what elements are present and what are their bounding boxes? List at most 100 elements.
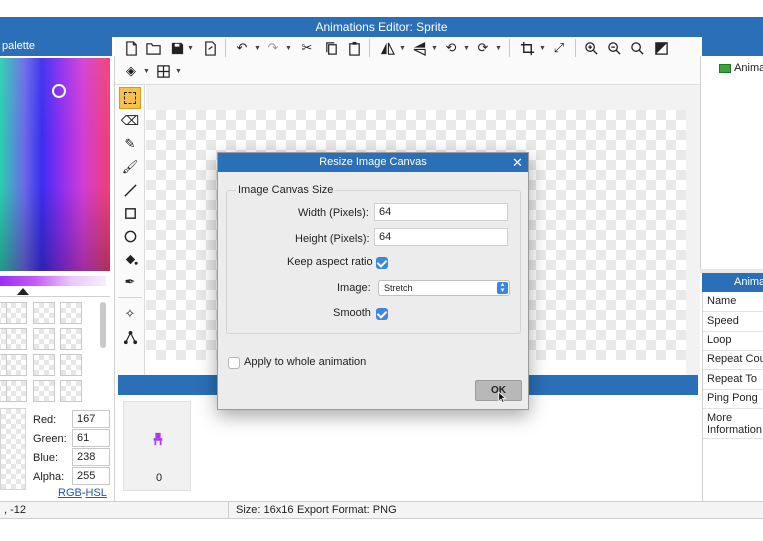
prop-more-information[interactable]: More Information bbox=[703, 409, 763, 439]
animation-name: Animation bbox=[734, 62, 763, 75]
prop-repeat-count[interactable]: Repeat Count bbox=[703, 350, 763, 370]
apply-whole-animation-label: Apply to whole animation bbox=[244, 356, 367, 368]
color-swatch[interactable] bbox=[5, 380, 27, 402]
eraser-icon[interactable]: ⌫ bbox=[120, 111, 140, 131]
color-swatch[interactable] bbox=[33, 302, 55, 324]
color-swatch[interactable] bbox=[33, 380, 55, 402]
ellipse-icon[interactable] bbox=[120, 226, 140, 246]
selection-icon bbox=[124, 92, 136, 104]
fill-bucket-icon[interactable] bbox=[120, 249, 140, 269]
zoom-out-icon[interactable] bbox=[604, 38, 624, 58]
move-point-icon[interactable]: ✧ bbox=[120, 304, 140, 324]
green-field[interactable]: 61 bbox=[72, 429, 110, 447]
flip-horizontal-icon[interactable] bbox=[377, 38, 397, 58]
frame-thumbnail[interactable]: 0 bbox=[123, 401, 191, 491]
color-swatch[interactable] bbox=[60, 380, 82, 402]
rotate-right-icon[interactable]: ⟳ bbox=[473, 38, 493, 58]
paste-icon[interactable] bbox=[344, 38, 364, 58]
prop-loop[interactable]: Loop bbox=[703, 331, 763, 351]
redo-icon[interactable]: ↷ bbox=[263, 38, 283, 58]
color-field[interactable] bbox=[0, 58, 110, 271]
main-toolbar: ▼ ↶ ▼ ↷ ▼ ✂ ▼ ▼ ⟲ ▼ ⟳ ▼ ▼ ⤢ ◈ ▼ ▼ bbox=[115, 37, 700, 85]
image-mode-value: Stretch bbox=[384, 283, 413, 293]
animations-header bbox=[702, 37, 763, 56]
pencil-icon[interactable]: ✎ bbox=[120, 134, 140, 154]
color-swatch[interactable] bbox=[5, 328, 27, 350]
marquee-select-tool[interactable] bbox=[119, 87, 141, 109]
save-icon[interactable] bbox=[167, 38, 187, 58]
blue-label: Blue: bbox=[33, 452, 59, 464]
open-folder-icon[interactable] bbox=[143, 38, 163, 58]
color-swatch[interactable] bbox=[0, 302, 7, 324]
undo-icon[interactable]: ↶ bbox=[232, 38, 252, 58]
prop-name[interactable]: Name bbox=[703, 292, 763, 312]
flip-vertical-icon[interactable] bbox=[409, 38, 429, 58]
brush-icon[interactable]: 🖌 bbox=[120, 157, 140, 177]
color-mode-links: RGB-HSL bbox=[58, 487, 107, 499]
red-field[interactable]: 167 bbox=[72, 410, 110, 428]
width-label: Width (Pixels): bbox=[298, 207, 369, 219]
prop-repeat-to[interactable]: Repeat To bbox=[703, 370, 763, 390]
rgb-link[interactable]: RGB bbox=[58, 487, 82, 499]
layers-icon[interactable]: ◈ bbox=[121, 61, 141, 81]
color-swatch[interactable] bbox=[0, 354, 7, 376]
zoom-fit-icon[interactable] bbox=[627, 38, 647, 58]
skeleton-icon[interactable] bbox=[120, 327, 140, 347]
export-icon[interactable] bbox=[200, 38, 220, 58]
color-swatch[interactable] bbox=[33, 354, 55, 376]
background-toggle-icon[interactable] bbox=[651, 38, 671, 58]
zoom-in-icon[interactable] bbox=[581, 38, 601, 58]
prop-speed[interactable]: Speed bbox=[703, 312, 763, 332]
animations-panel: Animation bbox=[700, 56, 763, 269]
properties-panel: Name Speed Loop Repeat Count Repeat To P… bbox=[702, 292, 763, 501]
eyedropper-icon[interactable]: ✒ bbox=[120, 272, 140, 292]
dialog-title-bar: Resize Image Canvas bbox=[218, 153, 528, 172]
crop-icon[interactable] bbox=[517, 38, 537, 58]
rotate-left-icon[interactable]: ⟲ bbox=[441, 38, 461, 58]
rectangle-icon[interactable] bbox=[120, 203, 140, 223]
keep-aspect-checkbox[interactable] bbox=[376, 257, 388, 269]
status-coords: , -12 bbox=[4, 504, 27, 516]
resize-icon[interactable]: ⤢ bbox=[549, 38, 569, 58]
smooth-label: Smooth bbox=[333, 307, 371, 319]
color-swatch[interactable] bbox=[0, 380, 7, 402]
color-swatch[interactable] bbox=[60, 328, 82, 350]
new-file-icon[interactable] bbox=[121, 38, 141, 58]
alpha-field[interactable]: 255 bbox=[72, 467, 110, 485]
color-swatch[interactable] bbox=[60, 354, 82, 376]
color-swatch[interactable] bbox=[60, 302, 82, 324]
apply-whole-animation-checkbox[interactable] bbox=[228, 357, 240, 369]
grid-icon[interactable] bbox=[153, 61, 173, 81]
hsl-link[interactable]: HSL bbox=[86, 487, 107, 499]
animation-list-item[interactable]: Animation bbox=[719, 62, 763, 76]
color-picker-handle[interactable] bbox=[52, 84, 66, 98]
color-swatch[interactable] bbox=[5, 302, 27, 324]
prop-ping-pong[interactable]: Ping Pong bbox=[703, 389, 763, 409]
height-input[interactable]: 64 bbox=[374, 228, 508, 246]
width-input[interactable]: 64 bbox=[374, 203, 508, 221]
hue-slider[interactable] bbox=[0, 276, 106, 286]
swatch-scrollbar[interactable] bbox=[100, 302, 106, 348]
image-label: Image: bbox=[337, 282, 371, 294]
color-swatch[interactable] bbox=[5, 354, 27, 376]
red-label: Red: bbox=[33, 414, 57, 426]
color-swatch[interactable] bbox=[0, 328, 7, 350]
hue-slider-handle[interactable] bbox=[17, 288, 29, 295]
frame-number: 0 bbox=[156, 472, 163, 484]
smooth-checkbox[interactable] bbox=[376, 308, 388, 320]
color-swatch[interactable] bbox=[33, 328, 55, 350]
status-bar: , -12 Size: 16x16 Export Format: PNG bbox=[0, 501, 763, 519]
blue-field[interactable]: 238 bbox=[72, 448, 110, 466]
window-title: Animations Editor: Sprite bbox=[315, 20, 448, 34]
image-mode-select[interactable]: Stretch ▴ ▾ bbox=[378, 280, 510, 296]
properties-header: Animation bbox=[702, 273, 763, 292]
tool-strip: ⌫ ✎ 🖌 ✒ ✧ bbox=[115, 85, 145, 375]
line-icon[interactable] bbox=[120, 180, 140, 200]
cut-icon[interactable]: ✂ bbox=[297, 38, 317, 58]
height-label: Height (Pixels): bbox=[295, 233, 370, 245]
copy-icon[interactable] bbox=[321, 38, 341, 58]
resize-canvas-dialog: Resize Image Canvas ✕ Image Canvas Size … bbox=[217, 152, 529, 410]
canvas-margin-right bbox=[686, 85, 700, 375]
status-size: Size: 16x16 bbox=[236, 504, 294, 516]
dialog-close-icon[interactable]: ✕ bbox=[512, 154, 523, 171]
